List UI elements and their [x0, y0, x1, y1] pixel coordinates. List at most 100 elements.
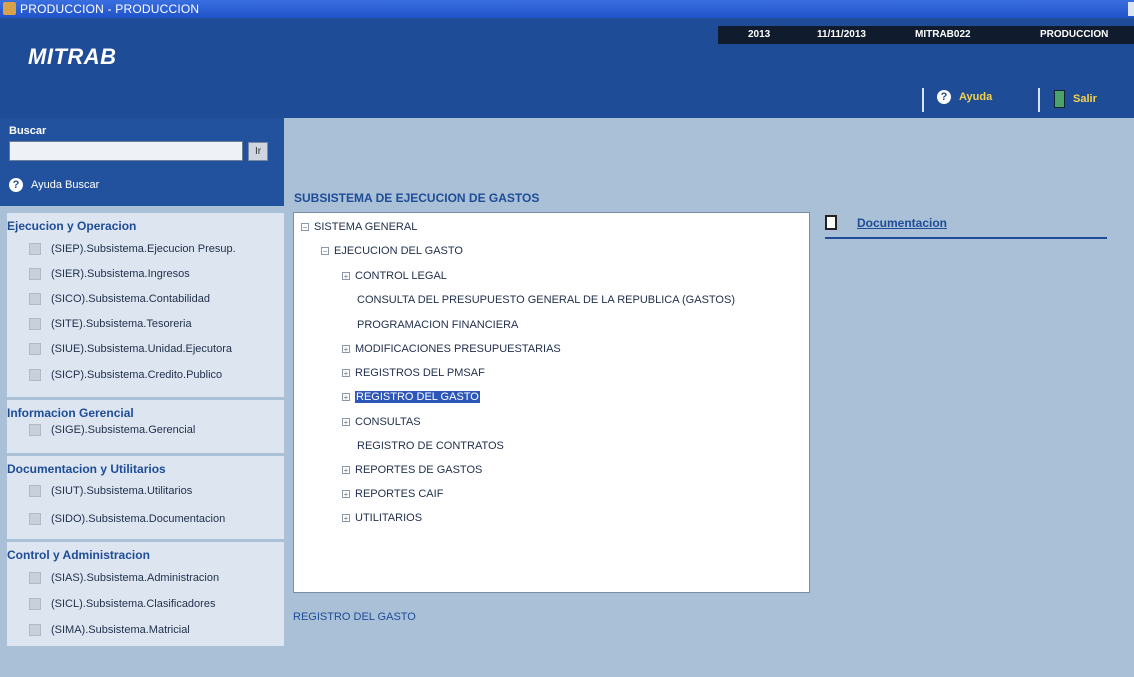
tree-node-control-legal[interactable]: + CONTROL LEGAL: [342, 270, 447, 282]
tree-node-registro-gasto[interactable]: + REGISTRO DEL GASTO: [342, 391, 480, 403]
module-icon: [29, 318, 41, 330]
sidebar-item-sige[interactable]: (SIGE).Subsistema.Gerencial: [29, 424, 195, 436]
module-icon: [29, 624, 41, 636]
tree-node-ejecucion-gasto[interactable]: − EJECUCION DEL GASTO: [321, 245, 463, 257]
tree-node-label: CONTROL LEGAL: [355, 270, 447, 282]
module-icon: [29, 343, 41, 355]
selected-path-status: REGISTRO DEL GASTO: [293, 611, 416, 623]
tree-node-reportes-gastos[interactable]: + REPORTES DE GASTOS: [342, 464, 482, 476]
module-icon: [29, 243, 41, 255]
collapse-icon[interactable]: −: [301, 223, 309, 232]
tree-node-consultas[interactable]: + CONSULTAS: [342, 416, 421, 428]
tree-node-label: MODIFICACIONES PRESUPUESTARIAS: [355, 343, 561, 355]
sidebar-item-sima[interactable]: (SIMA).Subsistema.Matricial: [29, 624, 190, 636]
section-documentacion: Documentacion y Utilitarios (SIUT).Subsi…: [7, 456, 284, 539]
expand-icon[interactable]: +: [342, 490, 350, 499]
expand-icon[interactable]: +: [342, 272, 350, 281]
info-user: MITRAB022: [915, 29, 971, 40]
tree-node-registro-contratos[interactable]: REGISTRO DE CONTRATOS: [357, 440, 504, 452]
tree-node-label: PROGRAMACION FINANCIERA: [357, 319, 519, 331]
exit-door-icon: [1054, 90, 1065, 108]
expand-icon[interactable]: +: [342, 466, 350, 475]
documentation-label: Documentacion: [857, 215, 948, 230]
search-help-link[interactable]: ? Ayuda Buscar: [9, 178, 99, 192]
documentation-link[interactable]: Documentacion: [825, 215, 947, 230]
sidebar-item-label: (SICP).Subsistema.Credito.Publico: [51, 369, 223, 381]
sidebar-item-siep[interactable]: (SIEP).Subsistema.Ejecucion Presup.: [29, 243, 236, 255]
sidebar-item-label: (SITE).Subsistema.Tesoreria: [51, 318, 192, 330]
section-gerencial: Informacion Gerencial (SIGE).Subsistema.…: [7, 400, 284, 453]
expand-icon[interactable]: +: [342, 345, 350, 354]
tree-node-label: REPORTES CAIF: [355, 488, 444, 500]
header-divider: [1038, 88, 1040, 112]
help-label: Ayuda: [959, 91, 993, 103]
tree-node-utilitarios[interactable]: + UTILITARIOS: [342, 512, 422, 524]
sidebar-item-sias[interactable]: (SIAS).Subsistema.Administracion: [29, 572, 219, 584]
expand-icon[interactable]: +: [342, 418, 350, 427]
module-icon: [29, 513, 41, 525]
exit-label: Salir: [1073, 93, 1097, 105]
section-title: Ejecucion y Operacion: [7, 219, 137, 233]
tree-node-consulta-presupuesto[interactable]: CONSULTA DEL PRESUPUESTO GENERAL DE LA R…: [357, 294, 735, 306]
tree-node-label-selected: REGISTRO DEL GASTO: [355, 391, 480, 403]
sidebar-item-siut[interactable]: (SIUT).Subsistema.Utilitarios: [29, 485, 192, 497]
tree-node-reportes-caif[interactable]: + REPORTES CAIF: [342, 488, 443, 500]
sidebar-item-label: (SIMA).Subsistema.Matricial: [51, 624, 190, 636]
sidebar-item-label: (SIGE).Subsistema.Gerencial: [51, 424, 196, 436]
section-ejecucion: Ejecucion y Operacion (SIEP).Subsistema.…: [7, 213, 284, 397]
tree-node-label: REGISTROS DEL PMSAF: [355, 367, 485, 379]
search-go-button[interactable]: Ir: [248, 142, 268, 161]
help-icon: ?: [9, 178, 23, 192]
app-logo: MITRAB: [28, 44, 117, 69]
search-help-label: Ayuda Buscar: [31, 179, 100, 191]
session-info-bar: 2013 11/11/2013 MITRAB022 PRODUCCION: [718, 26, 1134, 44]
tree-node-label: CONSULTA DEL PRESUPUESTO GENERAL DE LA R…: [357, 294, 735, 306]
window-title: PRODUCCION - PRODUCCION: [20, 2, 200, 16]
sidebar-item-siue[interactable]: (SIUE).Subsistema.Unidad.Ejecutora: [29, 343, 232, 355]
sidebar: Buscar Ir ? Ayuda Buscar Ejecucion y Ope…: [0, 118, 284, 677]
expand-icon[interactable]: +: [342, 393, 350, 402]
module-icon: [29, 598, 41, 610]
search-label: Buscar: [9, 125, 47, 137]
section-title: Informacion Gerencial: [7, 406, 134, 420]
sidebar-item-sicl[interactable]: (SICL).Subsistema.Clasificadores: [29, 598, 215, 610]
module-icon: [29, 485, 41, 497]
tree-node-label: UTILITARIOS: [355, 512, 423, 524]
info-year: 2013: [748, 29, 771, 40]
window-control-button[interactable]: [1128, 2, 1134, 16]
collapse-icon[interactable]: −: [321, 247, 329, 256]
module-icon: [29, 293, 41, 305]
module-icon: [29, 369, 41, 381]
sidebar-item-sico[interactable]: (SICO).Subsistema.Contabilidad: [29, 293, 210, 305]
menu-tree: − SISTEMA GENERAL − EJECUCION DEL GASTO + C…: [293, 212, 810, 593]
expand-icon[interactable]: +: [342, 369, 350, 378]
sidebar-item-label: (SIEP).Subsistema.Ejecucion Presup.: [51, 243, 236, 255]
window-title-bar: PRODUCCION - PRODUCCION: [0, 0, 1134, 18]
tree-node-registros-pmsaf[interactable]: + REGISTROS DEL PMSAF: [342, 367, 485, 379]
sidebar-item-sier[interactable]: (SIER).Subsistema.Ingresos: [29, 268, 190, 280]
sidebar-item-sicp[interactable]: (SICP).Subsistema.Credito.Publico: [29, 369, 222, 381]
documentation-underline: [825, 237, 1107, 239]
module-icon: [29, 572, 41, 584]
info-date: 11/11/2013: [817, 29, 866, 40]
tree-node-programacion-financiera[interactable]: PROGRAMACION FINANCIERA: [357, 319, 518, 331]
tree-node-label: CONSULTAS: [355, 416, 421, 428]
search-input[interactable]: [9, 141, 243, 161]
search-panel: Buscar Ir ? Ayuda Buscar: [0, 118, 284, 206]
sidebar-item-label: (SIDO).Subsistema.Documentacion: [51, 513, 226, 525]
exit-link[interactable]: Salir: [1054, 90, 1097, 108]
tree-node-modificaciones[interactable]: + MODIFICACIONES PRESUPUESTARIAS: [342, 343, 561, 355]
tree-node-label: SISTEMA GENERAL: [314, 221, 418, 233]
expand-icon[interactable]: +: [342, 514, 350, 523]
sidebar-item-sido[interactable]: (SIDO).Subsistema.Documentacion: [29, 513, 225, 525]
app-header: MITRAB 2013 11/11/2013 MITRAB022 PRODUCC…: [0, 18, 1134, 118]
section-title: Documentacion y Utilitarios: [7, 462, 166, 476]
module-icon: [29, 424, 41, 436]
section-control: Control y Administracion (SIAS).Subsiste…: [7, 542, 284, 646]
help-link[interactable]: ? Ayuda: [937, 90, 992, 104]
app-icon: [3, 2, 16, 15]
tree-node-sistema-general[interactable]: − SISTEMA GENERAL: [301, 221, 417, 233]
sidebar-item-site[interactable]: (SITE).Subsistema.Tesoreria: [29, 318, 192, 330]
document-icon: [825, 215, 837, 230]
sidebar-item-label: (SIER).Subsistema.Ingresos: [51, 268, 190, 280]
